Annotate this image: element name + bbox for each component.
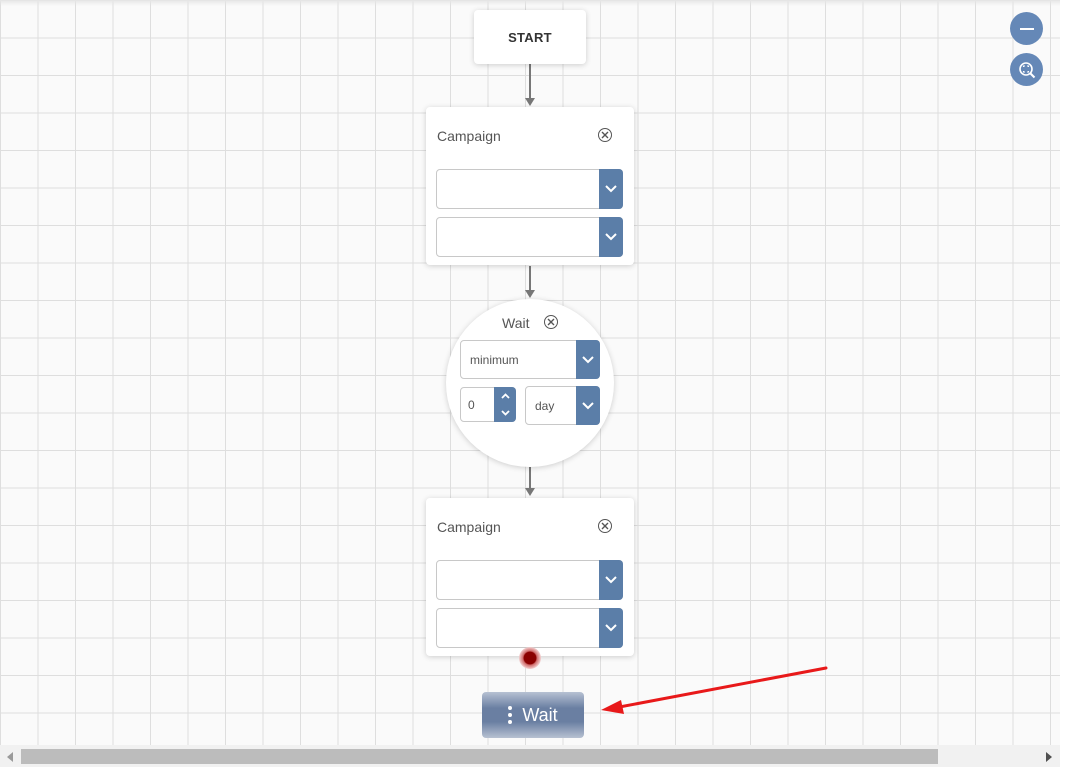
scroll-left-icon[interactable] — [7, 752, 13, 762]
right-edge — [1060, 0, 1068, 781]
scroll-right-icon[interactable] — [1046, 752, 1052, 762]
flow-canvas[interactable]: START Campaign Wait minimum 0 day Campai… — [0, 0, 1060, 745]
scrollbar-thumb[interactable] — [21, 749, 938, 764]
annotation-arrow — [601, 666, 828, 714]
horizontal-scrollbar[interactable] — [0, 745, 1060, 767]
